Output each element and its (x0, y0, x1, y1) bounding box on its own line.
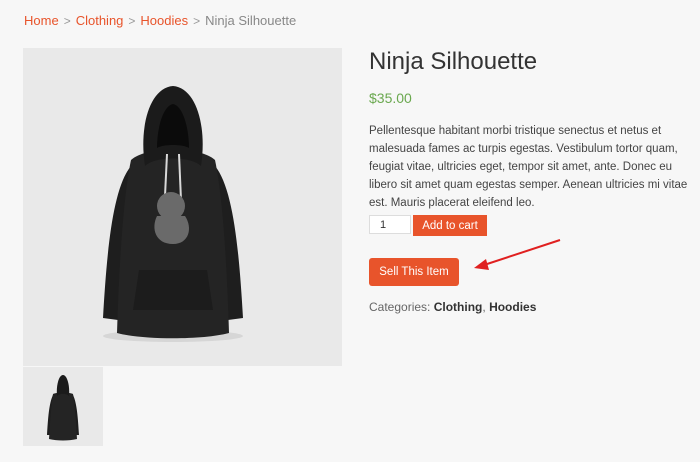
category-link-clothing[interactable]: Clothing (434, 300, 483, 314)
breadcrumb-separator: > (63, 14, 71, 28)
hoodie-front-image (103, 86, 243, 342)
categories-label: Categories: (369, 300, 431, 314)
breadcrumb-clothing-link[interactable]: Clothing (76, 13, 124, 28)
breadcrumb-hoodies-link[interactable]: Hoodies (140, 13, 188, 28)
category-link-hoodies[interactable]: Hoodies (489, 300, 536, 314)
product-thumbnail[interactable] (23, 367, 103, 446)
product-description: Pellentesque habitant morbi tristique se… (369, 125, 688, 209)
sell-this-item-button[interactable]: Sell This Item (369, 258, 459, 286)
product-categories: Categories: Clothing, Hoodies (369, 300, 536, 314)
breadcrumb-separator: > (128, 14, 136, 28)
hoodie-thumbnail-image (47, 375, 79, 441)
breadcrumb: Home > Clothing > Hoodies > Ninja Silhouette (24, 13, 296, 28)
quantity-input[interactable] (369, 215, 411, 234)
breadcrumb-home-link[interactable]: Home (24, 13, 59, 28)
product-price: $35.00 (369, 90, 412, 106)
breadcrumb-separator: > (193, 14, 201, 28)
product-title: Ninja Silhouette (369, 48, 538, 75)
breadcrumb-current: Ninja Silhouette (205, 13, 297, 28)
product-main-image[interactable] (23, 48, 342, 366)
add-to-cart-button[interactable]: Add to cart (413, 215, 487, 236)
category-separator: , (482, 300, 486, 314)
